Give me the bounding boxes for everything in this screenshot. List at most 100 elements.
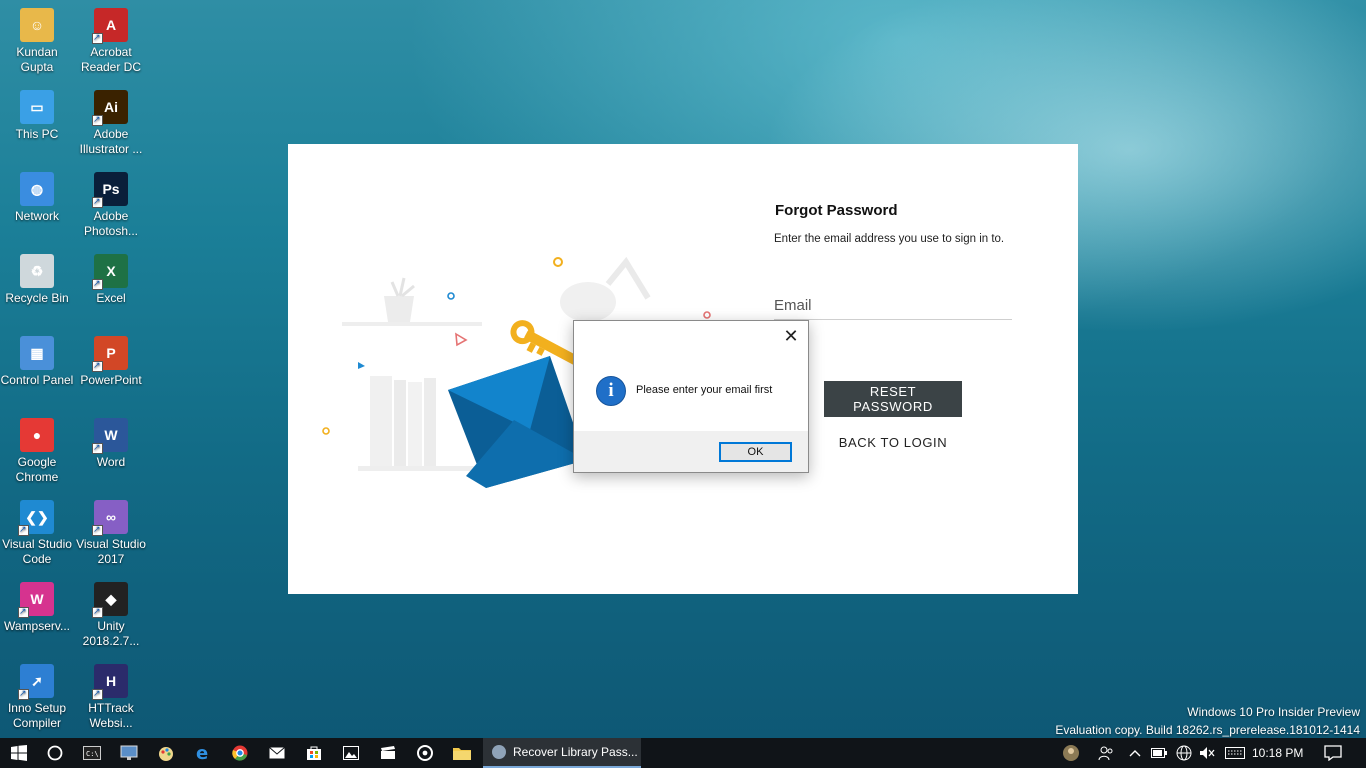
- shortcut-arrow-icon: [92, 358, 103, 373]
- clock[interactable]: 10:18 PM: [1252, 738, 1303, 768]
- tray-network[interactable]: [1172, 738, 1196, 768]
- user-folder-icon: ☺: [20, 8, 54, 42]
- powerpoint-icon: P: [92, 336, 128, 373]
- desktop-icon-inno-setup[interactable]: ➚Inno Setup Compiler: [0, 664, 74, 731]
- desktop-icon-httrack[interactable]: HHTTrack Websi...: [74, 664, 148, 731]
- groove-music-icon: [417, 745, 433, 761]
- desktop-icon-chrome[interactable]: ● Google Chrome: [0, 418, 74, 485]
- volume-muted-icon: [1200, 747, 1215, 759]
- store-icon: [307, 746, 321, 760]
- wampserver-icon: W: [18, 582, 54, 619]
- shortcut-arrow-icon: [18, 604, 29, 619]
- windows-logo-icon: [11, 745, 27, 761]
- chrome-icon: ●: [20, 418, 54, 452]
- taskbar-groove[interactable]: [407, 738, 443, 768]
- taskbar-paint[interactable]: [148, 738, 184, 768]
- mail-icon: [269, 747, 285, 759]
- desktop-icon-illustrator[interactable]: AiAdobe Illustrator ...: [74, 90, 148, 157]
- desktop-icon-label: Wampserv...: [3, 619, 70, 633]
- back-to-login-link[interactable]: BACK TO LOGIN: [824, 435, 962, 450]
- clapperboard-icon: [381, 746, 395, 759]
- taskbar-photos[interactable]: [333, 738, 369, 768]
- taskbar-edge[interactable]: e: [185, 738, 221, 768]
- start-button[interactable]: [0, 738, 38, 768]
- svg-text:C:\: C:\: [86, 750, 99, 758]
- shortcut-arrow-icon: [92, 276, 103, 291]
- desktop-icon-label: Adobe Photosh...: [83, 209, 139, 238]
- desktop-icon-label: Visual Studio Code: [2, 537, 72, 566]
- shortcut-arrow-icon: [92, 194, 103, 209]
- dialog-message: Please enter your email first: [636, 384, 773, 396]
- photoshop-icon: Ps: [92, 172, 128, 209]
- desktop-icon-computer[interactable]: ▭ This PC: [0, 90, 74, 142]
- desktop-icon-photoshop[interactable]: PsAdobe Photosh...: [74, 172, 148, 239]
- desktop-icon-label: Unity 2018.2.7...: [82, 619, 140, 648]
- desktop-icon-control-panel[interactable]: ▦ Control Panel: [0, 336, 74, 388]
- acrobat-icon: A: [92, 8, 128, 45]
- watermark-edition: Windows 10 Pro Insider Preview: [1187, 705, 1360, 719]
- tray-volume[interactable]: [1196, 738, 1218, 768]
- reset-password-button[interactable]: RESET PASSWORD: [824, 381, 962, 417]
- desktop-icon-recycle-bin[interactable]: ♻ Recycle Bin: [0, 254, 74, 306]
- windows-watermark: Windows 10 Pro Insider Preview Evaluatio…: [1055, 703, 1360, 739]
- tray-show-hidden[interactable]: [1124, 738, 1146, 768]
- word-icon: W: [92, 418, 128, 455]
- action-center-button[interactable]: [1318, 738, 1348, 768]
- paint-icon: [159, 747, 173, 761]
- taskbar-movies[interactable]: [370, 738, 406, 768]
- desktop-icon-unity[interactable]: ◆Unity 2018.2.7...: [74, 582, 148, 649]
- taskbar-store[interactable]: [296, 738, 332, 768]
- excel-icon: X: [92, 254, 128, 291]
- taskbar-remote-desktop[interactable]: [111, 738, 147, 768]
- people-icon: [1098, 746, 1113, 761]
- desktop-icon-powerpoint[interactable]: PPowerPoint: [74, 336, 148, 388]
- desktop-icon-word[interactable]: WWord: [74, 418, 148, 470]
- illustrator-icon: Ai: [92, 90, 128, 127]
- shortcut-arrow-icon: [92, 604, 103, 619]
- shortcut-arrow-icon: [92, 522, 103, 537]
- email-field[interactable]: [774, 297, 1012, 314]
- desktop-icon-network[interactable]: ◍ Network: [0, 172, 74, 224]
- shortcut-arrow-icon: [18, 686, 29, 701]
- people-avatar-icon: [1063, 745, 1079, 761]
- tray-people[interactable]: [1094, 738, 1118, 768]
- taskbar-chrome[interactable]: [222, 738, 258, 768]
- shortcut-arrow-icon: [92, 112, 103, 127]
- desktop-icon-label: PowerPoint: [80, 373, 142, 387]
- taskbar-active-app[interactable]: Recover Library Pass...: [483, 738, 641, 768]
- desktop-icon-vscode[interactable]: ❮❯Visual Studio Code: [0, 500, 74, 567]
- photos-icon: [343, 746, 359, 760]
- taskbar-cmd[interactable]: C:\: [74, 738, 110, 768]
- remote-desktop-icon: [120, 745, 138, 760]
- desktop-icon-user-folder[interactable]: ☺ Kundan Gupta: [0, 8, 74, 75]
- battery-icon: [1151, 748, 1167, 758]
- desktop-icon-wampserver[interactable]: WWampserv...: [0, 582, 74, 634]
- desktop-icon-visual-studio[interactable]: ∞Visual Studio 2017: [74, 500, 148, 567]
- httrack-icon: H: [92, 664, 128, 701]
- app-user-icon: [492, 745, 506, 759]
- taskbar: C:\ e Recover Library Pass... 10:18 PM: [0, 738, 1366, 768]
- taskbar-mail[interactable]: [259, 738, 295, 768]
- message-dialog: ✕ i Please enter your email first OK: [573, 320, 809, 473]
- desktop-icon-label: Google Chrome: [15, 455, 59, 484]
- inno-setup-icon: ➚: [18, 664, 54, 701]
- close-icon[interactable]: ✕: [780, 325, 802, 347]
- cortana-button[interactable]: [38, 738, 72, 768]
- desktop-icon-acrobat[interactable]: AAcrobat Reader DC: [74, 8, 148, 75]
- desktop-icon-label: Word: [96, 455, 126, 469]
- globe-icon: [1176, 745, 1192, 761]
- taskbar-file-explorer[interactable]: [444, 738, 480, 768]
- desktop-icon-label: Visual Studio 2017: [76, 537, 146, 566]
- recycle-bin-icon: ♻: [20, 254, 54, 288]
- desktop-icon-excel[interactable]: XExcel: [74, 254, 148, 306]
- tray-keyboard[interactable]: [1222, 738, 1248, 768]
- email-field-wrapper: [774, 297, 1012, 320]
- shortcut-arrow-icon: [92, 30, 103, 45]
- chevron-up-icon: [1129, 750, 1141, 757]
- ok-button[interactable]: OK: [719, 442, 792, 462]
- watermark-build: Evaluation copy. Build 18262.rs_prerelea…: [1055, 723, 1360, 737]
- forgot-password-form: Forgot Password Enter the email address …: [774, 202, 1044, 450]
- computer-icon: ▭: [20, 90, 54, 124]
- tray-avatar[interactable]: [1058, 738, 1084, 768]
- tray-battery[interactable]: [1148, 738, 1170, 768]
